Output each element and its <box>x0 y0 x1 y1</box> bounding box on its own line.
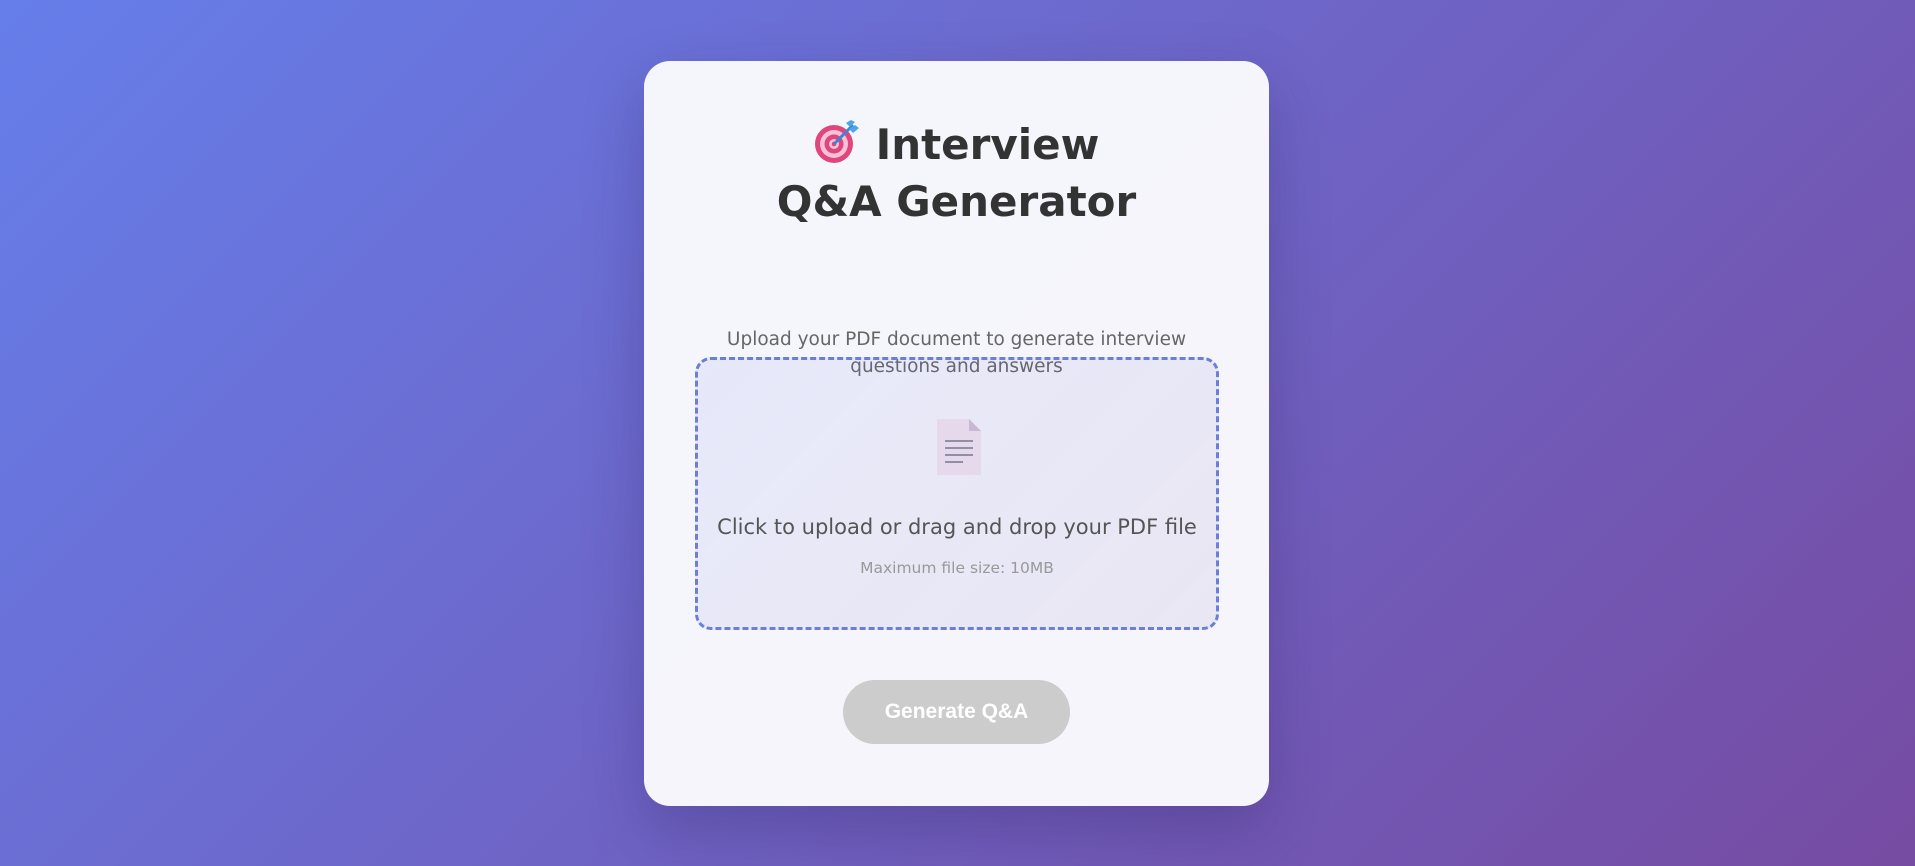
generate-qa-button[interactable]: Generate Q&A <box>843 680 1070 744</box>
document-icon <box>937 419 981 475</box>
main-card: Interview Q&A Generator Upload your PDF … <box>644 61 1269 806</box>
upload-instructions: Click to upload or drag and drop your PD… <box>717 515 1197 539</box>
page-title: Interview Q&A Generator <box>644 116 1269 230</box>
upload-size-hint: Maximum file size: 10MB <box>860 559 1054 577</box>
target-icon <box>814 120 859 163</box>
pdf-upload-dropzone[interactable]: Click to upload or drag and drop your PD… <box>695 357 1219 630</box>
